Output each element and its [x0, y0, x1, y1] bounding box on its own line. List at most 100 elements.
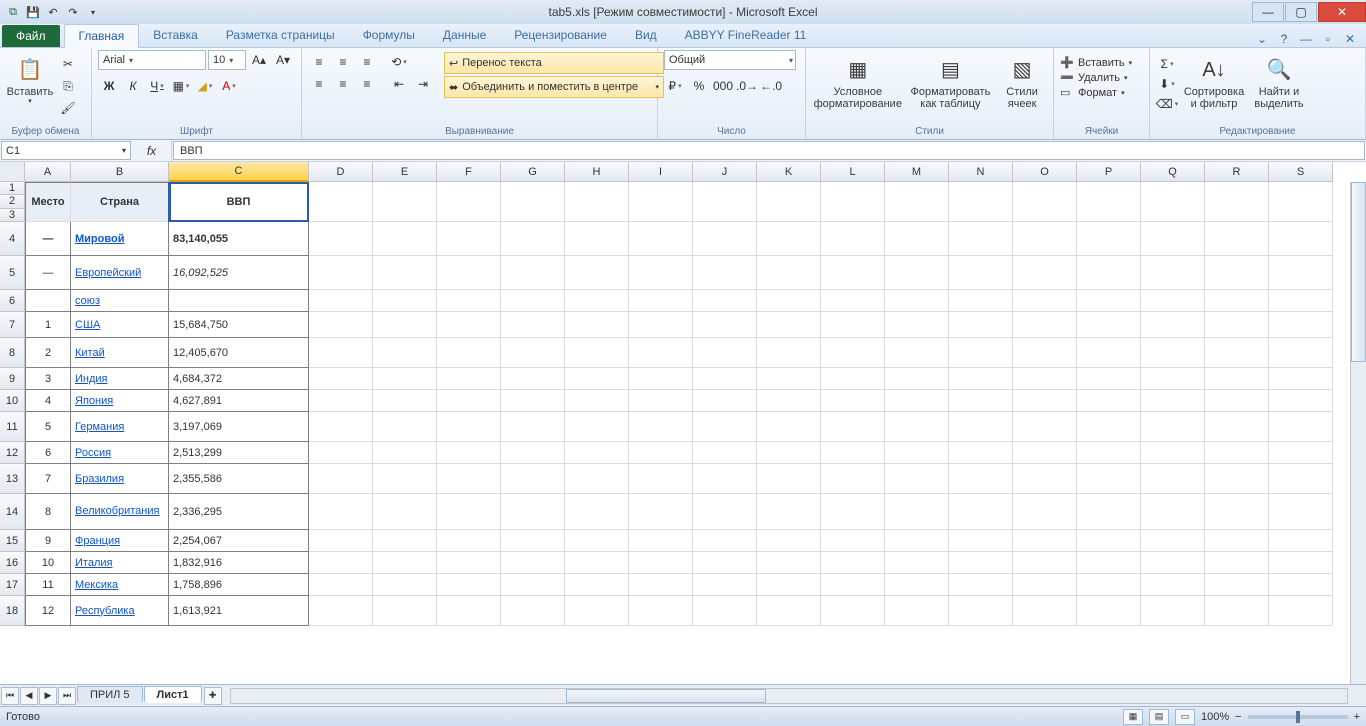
cell[interactable] [949, 494, 1013, 530]
cell[interactable] [1077, 390, 1141, 412]
row-header[interactable]: 10 [0, 390, 25, 412]
cell[interactable] [821, 368, 885, 390]
cell[interactable] [693, 312, 757, 338]
cell[interactable] [1013, 530, 1077, 552]
cell[interactable] [373, 494, 437, 530]
format-painter-icon[interactable]: 🖌 [58, 98, 78, 118]
cell[interactable] [309, 574, 373, 596]
column-header[interactable]: C [169, 162, 309, 182]
cell[interactable]: — [25, 222, 71, 256]
cell[interactable] [757, 494, 821, 530]
cell[interactable] [1141, 256, 1205, 290]
cell[interactable] [821, 338, 885, 368]
cell[interactable] [885, 442, 949, 464]
column-header[interactable]: E [373, 162, 437, 182]
cell[interactable] [1077, 552, 1141, 574]
cell[interactable] [885, 464, 949, 494]
horizontal-scrollbar[interactable] [230, 688, 1348, 704]
cell[interactable] [885, 222, 949, 256]
cell[interactable]: 2,336,295 [169, 494, 309, 530]
cell[interactable] [373, 290, 437, 312]
cell[interactable] [373, 338, 437, 368]
cell[interactable] [885, 574, 949, 596]
cell[interactable] [1013, 338, 1077, 368]
new-sheet-icon[interactable]: ✚ [204, 687, 222, 705]
cell[interactable] [629, 596, 693, 626]
align-top-icon[interactable]: ≡ [308, 52, 330, 72]
row-header[interactable]: 8 [0, 338, 25, 368]
page-layout-view-icon[interactable]: ▤ [1149, 709, 1169, 725]
sheet-last-icon[interactable]: ⏭ [58, 687, 76, 705]
column-header[interactable]: K [757, 162, 821, 182]
cell[interactable] [1077, 222, 1141, 256]
cell[interactable] [949, 256, 1013, 290]
cell[interactable] [693, 596, 757, 626]
bold-button[interactable]: Ж [98, 76, 120, 96]
cell[interactable] [1077, 338, 1141, 368]
cell[interactable] [373, 368, 437, 390]
cell[interactable]: 8 [25, 494, 71, 530]
cell[interactable] [1141, 464, 1205, 494]
cell[interactable] [1077, 464, 1141, 494]
cell[interactable] [1077, 574, 1141, 596]
cell[interactable] [309, 368, 373, 390]
row-header[interactable]: 17 [0, 574, 25, 596]
ribbon-tab[interactable]: Рецензирование [500, 24, 621, 47]
cell[interactable] [693, 256, 757, 290]
cell[interactable] [949, 412, 1013, 442]
cell[interactable] [373, 256, 437, 290]
cell[interactable] [1141, 530, 1205, 552]
help-icon[interactable]: ? [1276, 31, 1292, 47]
zoom-slider[interactable] [1248, 715, 1348, 719]
cell[interactable] [437, 412, 501, 442]
cell-styles-button[interactable]: ▧ Стили ячеек [997, 50, 1047, 110]
cell[interactable] [821, 256, 885, 290]
name-box[interactable]: C1▾ [1, 141, 131, 160]
cell[interactable] [629, 574, 693, 596]
cell[interactable] [1205, 494, 1269, 530]
cell[interactable] [1205, 530, 1269, 552]
row-header[interactable]: 5 [0, 256, 25, 290]
column-header[interactable]: R [1205, 162, 1269, 182]
cell[interactable] [373, 596, 437, 626]
cell[interactable] [885, 338, 949, 368]
column-header[interactable]: P [1077, 162, 1141, 182]
cell[interactable] [1269, 256, 1333, 290]
cell[interactable] [1077, 530, 1141, 552]
merge-center-button[interactable]: ⬌ Объединить и поместить в центре ▾ [444, 76, 664, 98]
win-minimize-icon[interactable]: — [1298, 31, 1314, 47]
cell[interactable] [373, 574, 437, 596]
cell[interactable] [501, 182, 565, 222]
wrap-text-button[interactable]: ↩ Перенос текста [444, 52, 664, 74]
cell[interactable] [693, 494, 757, 530]
cell[interactable] [373, 530, 437, 552]
cell[interactable] [629, 222, 693, 256]
cell[interactable] [629, 290, 693, 312]
minimize-button[interactable]: — [1252, 2, 1284, 22]
cell[interactable] [1269, 442, 1333, 464]
cut-icon[interactable]: ✂ [58, 54, 78, 74]
cell[interactable]: 3,197,069 [169, 412, 309, 442]
scrollbar-thumb[interactable] [1351, 182, 1366, 362]
cell[interactable] [1013, 368, 1077, 390]
cell[interactable] [1013, 596, 1077, 626]
cell[interactable] [373, 464, 437, 494]
cell[interactable] [1269, 368, 1333, 390]
accounting-format-icon[interactable]: ₽ [664, 76, 686, 96]
cell[interactable] [1141, 494, 1205, 530]
cell[interactable] [693, 338, 757, 368]
cell[interactable] [309, 494, 373, 530]
select-all-corner[interactable] [0, 162, 25, 182]
clear-icon[interactable]: ⌫ [1156, 94, 1178, 114]
cell[interactable]: 4,684,372 [169, 368, 309, 390]
close-button[interactable]: ✕ [1318, 2, 1366, 22]
cell[interactable] [1013, 312, 1077, 338]
cell[interactable] [1205, 338, 1269, 368]
cell[interactable]: 2,513,299 [169, 442, 309, 464]
cell[interactable] [565, 222, 629, 256]
cell[interactable] [309, 464, 373, 494]
insert-cells-button[interactable]: ➕Вставить▾ [1060, 56, 1132, 69]
cell[interactable] [629, 442, 693, 464]
maximize-button[interactable]: ▢ [1285, 2, 1317, 22]
cell[interactable] [757, 412, 821, 442]
